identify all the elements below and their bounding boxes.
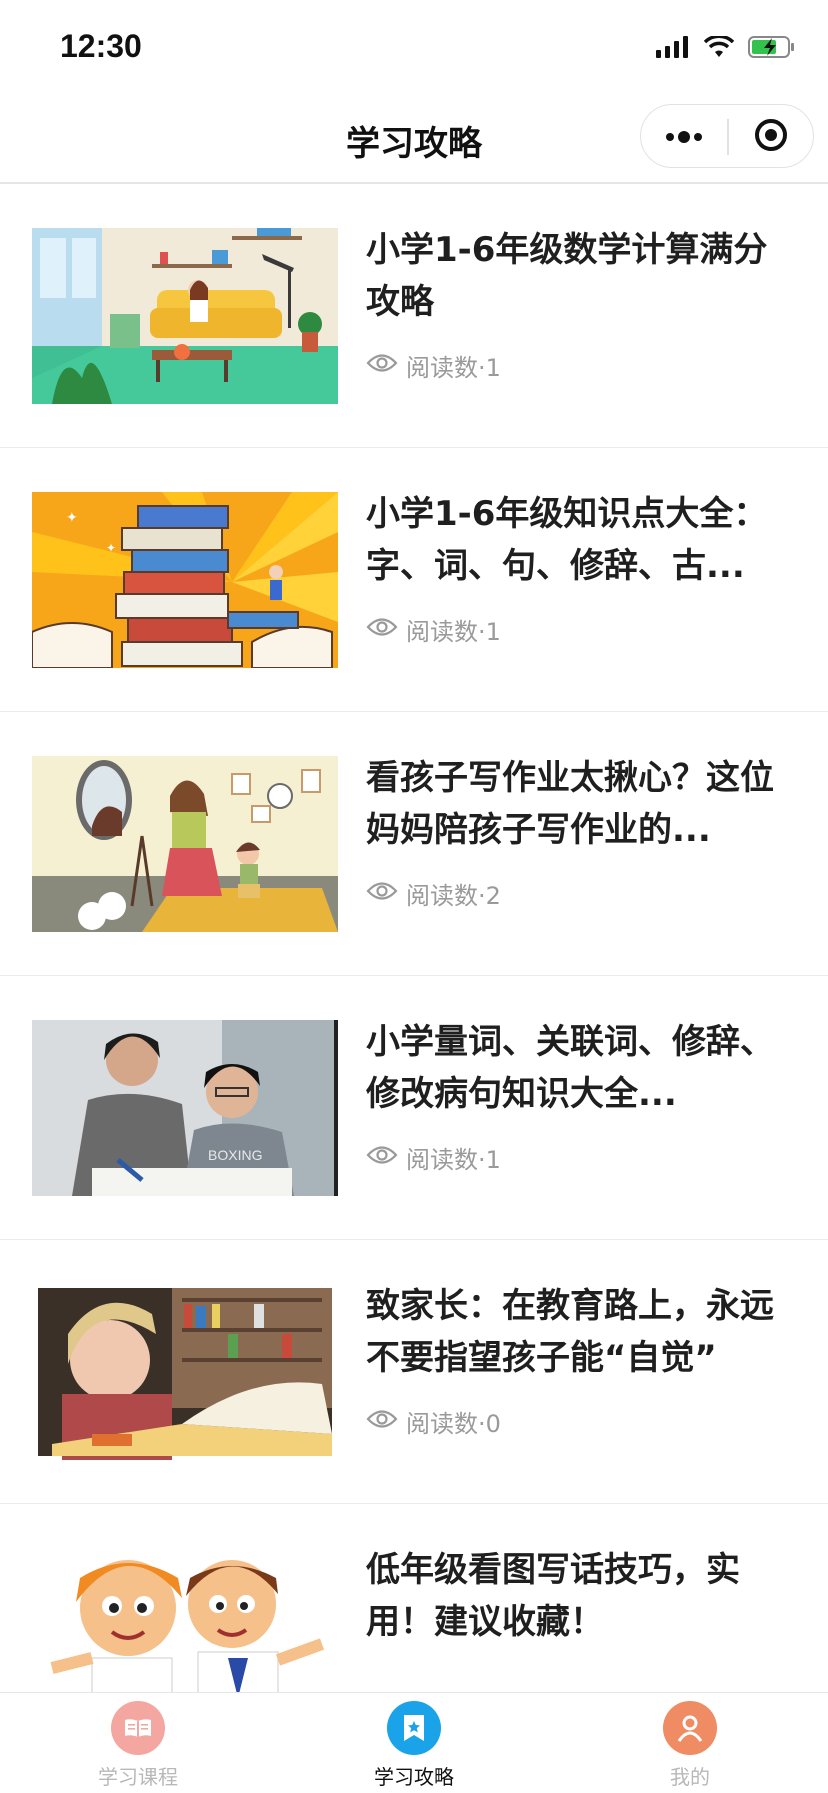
view-count: 阅读数·0	[406, 1410, 501, 1438]
article-item[interactable]: BOXING 小学量词、关联词、修辞、修改病句知识大全... 阅读数·1	[0, 976, 828, 1240]
article-thumbnail	[32, 1548, 338, 1692]
tab-label: 学习攻略	[374, 1765, 454, 1789]
article-item[interactable]: ✦ ✦ 小学1-6年级知识点大全：字、词、句、修辞、古... 阅读数·1	[0, 448, 828, 712]
signal-icon	[656, 36, 690, 62]
article-thumbnail	[32, 756, 338, 932]
article-thumbnail	[32, 1284, 338, 1460]
tab-mine[interactable]: 我的	[552, 1693, 828, 1793]
article-meta: 阅读数·1	[366, 1140, 501, 1175]
more-dots-icon	[664, 128, 704, 147]
article-list: 小学1-6年级数学计算满分攻略 阅读数·1 ✦ ✦ 小学1-6年级知识点大全：字…	[0, 184, 828, 1692]
tab-study-guides[interactable]: 学习攻略	[276, 1693, 552, 1793]
eye-icon	[366, 880, 398, 908]
target-close-icon	[753, 117, 789, 157]
eye-icon	[366, 616, 398, 644]
view-count: 阅读数·1	[406, 354, 501, 382]
svg-text:✦: ✦	[66, 510, 78, 526]
person-icon	[663, 1701, 717, 1755]
wifi-icon	[703, 34, 735, 62]
bookmark-star-icon	[387, 1701, 441, 1755]
article-title: 致家长：在教育路上，永远不要指望孩子能“自觉”	[366, 1286, 774, 1378]
article-thumbnail: BOXING	[32, 1020, 338, 1196]
bottom-tab-bar: 学习课程 学习攻略 我的	[0, 1692, 828, 1792]
article-title: 小学1-6年级知识点大全：字、词、句、修辞、古...	[366, 494, 768, 586]
article-meta: 阅读数·2	[366, 876, 501, 911]
article-item[interactable]: 看孩子写作业太揪心？这位妈妈陪孩子写作业的... 阅读数·2	[0, 712, 828, 976]
mini-program-capsule	[640, 104, 814, 168]
status-icons	[656, 34, 796, 64]
article-meta: 阅读数·1	[366, 348, 501, 383]
tab-label: 学习课程	[98, 1765, 178, 1789]
status-time: 12:30	[60, 28, 142, 64]
article-title: 看孩子写作业太揪心？这位妈妈陪孩子写作业的...	[366, 758, 774, 850]
eye-icon	[366, 1144, 398, 1172]
view-count: 阅读数·2	[406, 882, 501, 910]
eye-icon	[366, 352, 398, 380]
article-item[interactable]: 致家长：在教育路上，永远不要指望孩子能“自觉” 阅读数·0	[0, 1240, 828, 1504]
article-meta: 阅读数·0	[366, 1404, 501, 1439]
more-button[interactable]	[641, 105, 727, 169]
svg-text:BOXING: BOXING	[208, 1147, 262, 1163]
close-button[interactable]	[728, 105, 814, 169]
battery-icon	[748, 35, 796, 63]
article-thumbnail: ✦ ✦	[32, 492, 338, 668]
article-thumbnail	[32, 228, 338, 404]
article-title: 小学1-6年级数学计算满分攻略	[366, 230, 768, 322]
svg-text:✦: ✦	[106, 541, 116, 555]
status-bar: 12:30	[0, 0, 828, 96]
view-count: 阅读数·1	[406, 1146, 501, 1174]
tab-label: 我的	[670, 1765, 710, 1789]
article-meta: 阅读数·1	[366, 612, 501, 647]
eye-icon	[366, 1408, 398, 1436]
article-item[interactable]: 低年级看图写话技巧，实用！建议收藏！	[0, 1504, 828, 1692]
article-item[interactable]: 小学1-6年级数学计算满分攻略 阅读数·1	[0, 184, 828, 448]
tab-courses[interactable]: 学习课程	[0, 1693, 276, 1793]
article-title: 低年级看图写话技巧，实用！建议收藏！	[366, 1550, 740, 1642]
navigation-bar: 学习攻略	[0, 96, 828, 184]
article-title: 小学量词、关联词、修辞、修改病句知识大全...	[366, 1022, 774, 1114]
book-icon	[111, 1701, 165, 1755]
view-count: 阅读数·1	[406, 618, 501, 646]
